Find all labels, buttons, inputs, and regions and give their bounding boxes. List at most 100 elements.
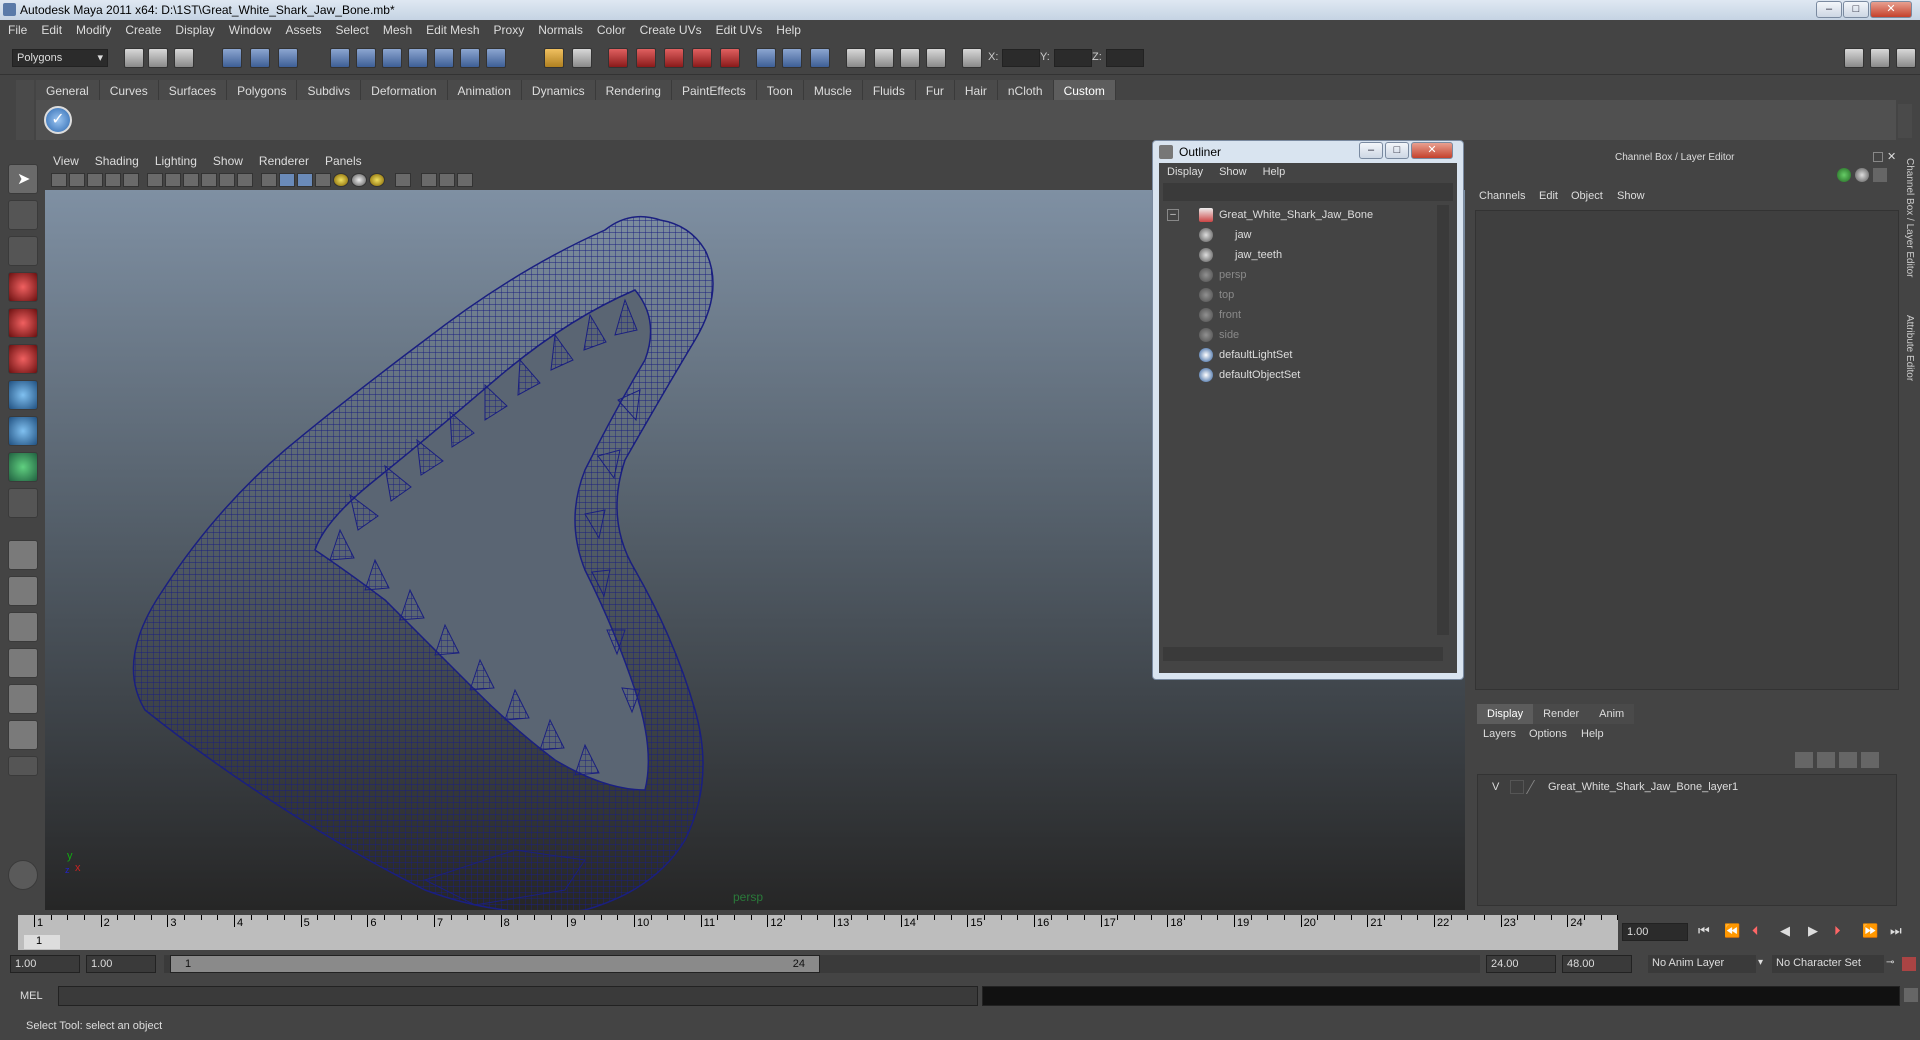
shelf-tab-ncloth[interactable]: nCloth [997, 80, 1054, 100]
range-handle[interactable]: 1 24 [170, 955, 820, 973]
default-light-icon[interactable] [333, 173, 349, 187]
channelbox-menu-channels[interactable]: Channels [1479, 190, 1525, 202]
render-frame-icon[interactable] [608, 48, 628, 68]
select-component-icon[interactable] [278, 48, 298, 68]
layer-row[interactable]: V Great_White_Shark_Jaw_Bone_layer1 [1478, 777, 1896, 797]
layer-menu-help[interactable]: Help [1581, 728, 1604, 740]
snap-live-icon[interactable] [434, 48, 454, 68]
menu-edit[interactable]: Edit [33, 20, 68, 37]
open-scene-icon[interactable] [148, 48, 168, 68]
shelf-tab-general[interactable]: General [36, 80, 100, 100]
outliner-vertical-scrollbar[interactable] [1437, 205, 1449, 635]
select-object-icon[interactable] [250, 48, 270, 68]
menu-proxy[interactable]: Proxy [486, 20, 531, 37]
script-editor-icon[interactable] [926, 48, 946, 68]
channelbox-menu-object[interactable]: Object [1571, 190, 1603, 202]
shelf-tab-custom[interactable]: Custom [1053, 80, 1116, 100]
go-to-end-icon[interactable]: ⏭ [1890, 923, 1902, 939]
play-forward-icon[interactable]: ▶ [1808, 923, 1818, 939]
side-tab-channelbox[interactable]: Channel Box / Layer Editor [1904, 158, 1915, 278]
outliner-titlebar[interactable]: Outliner – □ ✕ [1153, 141, 1463, 163]
new-layer-selected-icon[interactable] [1817, 752, 1835, 768]
outliner-item[interactable]: Great_White_Shark_Jaw_Bone [1159, 205, 1439, 225]
outliner-item[interactable]: defaultObjectSet [1159, 365, 1439, 385]
playback-start-field[interactable]: 1.00 [86, 955, 156, 973]
outliner-icon[interactable] [846, 48, 866, 68]
isolate-select-icon[interactable] [421, 173, 437, 187]
snap-plane-icon[interactable] [408, 48, 428, 68]
shelf-tab-toon[interactable]: Toon [756, 80, 804, 100]
key-icon[interactable]: ⊸ [1886, 957, 1894, 968]
menu-assets[interactable]: Assets [277, 20, 327, 37]
safe-action-icon[interactable] [219, 173, 235, 187]
viewport-menu-shading[interactable]: Shading [87, 150, 147, 168]
close-panel-icon[interactable]: ✕ [1887, 150, 1896, 163]
resolution-gate-icon[interactable] [165, 173, 181, 187]
hud-icon[interactable] [439, 173, 455, 187]
wireframe-on-shaded-icon[interactable] [297, 173, 313, 187]
smooth-shade-icon[interactable] [279, 173, 295, 187]
panel-toggle-icon[interactable] [756, 48, 776, 68]
move-tool-icon[interactable] [8, 272, 38, 302]
snap-point-icon[interactable] [382, 48, 402, 68]
gate-mask-icon[interactable] [183, 173, 199, 187]
outliner-item[interactable]: persp [1159, 265, 1439, 285]
shelf-tab-animation[interactable]: Animation [447, 80, 522, 100]
viewport-menu-panels[interactable]: Panels [317, 150, 370, 168]
time-ruler[interactable]: 1 2 3 4 5 6 7 8 9 10 11 12 13 14 15 16 17 18 19 20 21 22 23 24 [18, 915, 1619, 950]
close-button[interactable]: ✕ [1870, 1, 1912, 18]
snap-curve-icon[interactable] [356, 48, 376, 68]
render-settings-icon[interactable] [664, 48, 684, 68]
outliner-item[interactable]: jaw_teeth [1159, 245, 1439, 265]
layout-options-icon[interactable] [8, 756, 38, 776]
scale-tool-icon[interactable] [8, 344, 38, 374]
menu-create[interactable]: Create [117, 20, 167, 37]
layer-menu-options[interactable]: Options [1529, 728, 1567, 740]
step-back-frame-icon[interactable]: ⏴ [1752, 923, 1759, 939]
new-layer-icon[interactable] [1795, 752, 1813, 768]
outliner-minimize-button[interactable]: – [1359, 142, 1383, 159]
hypergraph-icon[interactable] [900, 48, 920, 68]
menu-color[interactable]: Color [589, 20, 632, 37]
minimize-button[interactable]: – [1816, 1, 1842, 18]
menu-modify[interactable]: Modify [68, 20, 117, 37]
new-scene-icon[interactable] [124, 48, 144, 68]
persp-outliner-layout-icon[interactable] [8, 612, 38, 642]
shelf-tab-rendering[interactable]: Rendering [595, 80, 672, 100]
persp-hypergraph-layout-icon[interactable] [8, 720, 38, 750]
camera-select-icon[interactable] [51, 173, 67, 187]
wireframe-icon[interactable] [261, 173, 277, 187]
menu-window[interactable]: Window [221, 20, 278, 37]
hypershade-layout-icon[interactable] [8, 684, 38, 714]
layer-menu-layers[interactable]: Layers [1483, 728, 1516, 740]
viewport-menu-renderer[interactable]: Renderer [251, 150, 317, 168]
shelf-tab-polygons[interactable]: Polygons [227, 80, 298, 100]
outliner-maximize-button[interactable]: □ [1385, 142, 1409, 159]
menu-file[interactable]: File [0, 20, 33, 37]
shelf-tab-fur[interactable]: Fur [915, 80, 955, 100]
anim-layer-select[interactable]: No Anim Layer [1648, 955, 1756, 973]
toggle-channelbox-icon[interactable] [1844, 48, 1864, 68]
outliner-item[interactable]: top [1159, 285, 1439, 305]
outliner-close-button[interactable]: ✕ [1411, 142, 1453, 159]
all-lights-icon[interactable] [351, 173, 367, 187]
chevron-down-icon[interactable]: ▾ [1758, 957, 1763, 968]
menu-select[interactable]: Select [327, 20, 374, 37]
bookmark-icon[interactable] [87, 173, 103, 187]
x-field[interactable] [1002, 49, 1040, 67]
lasso-tool-icon[interactable] [8, 200, 38, 230]
shelf-tab-hair[interactable]: Hair [954, 80, 998, 100]
current-time-field[interactable]: 1.00 [1622, 923, 1688, 941]
channelbox-menu-show[interactable]: Show [1617, 190, 1645, 202]
viewport-menu-view[interactable]: View [45, 150, 87, 168]
grid-toggle-icon[interactable] [147, 173, 163, 187]
menu-edit-uvs[interactable]: Edit UVs [708, 20, 769, 37]
mode-select[interactable]: Polygons ▾ [12, 49, 108, 67]
shelf-menu-icon[interactable] [16, 80, 34, 140]
shadows-icon[interactable] [369, 173, 385, 187]
shelf-tab-muscle[interactable]: Muscle [803, 80, 863, 100]
tool-settings-icon[interactable] [8, 860, 38, 890]
outliner-item[interactable]: front [1159, 305, 1439, 325]
menu-edit-mesh[interactable]: Edit Mesh [418, 20, 485, 37]
shelf-tab-deformation[interactable]: Deformation [361, 80, 448, 100]
